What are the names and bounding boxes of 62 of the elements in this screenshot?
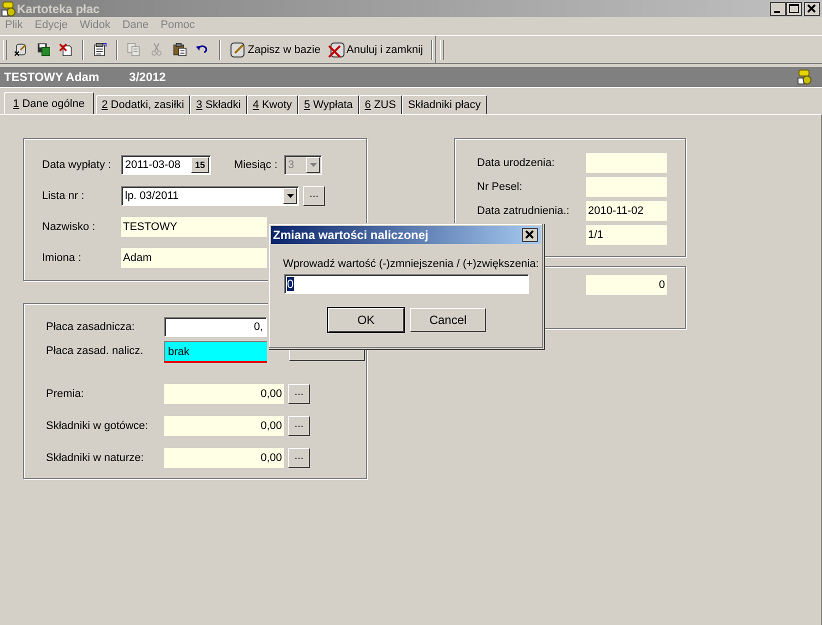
input-field[interactable]: brak	[164, 341, 267, 361]
ellipsis-button[interactable]: ...	[288, 384, 310, 404]
readonly-field[interactable]: Adam	[121, 248, 267, 268]
tab[interactable]: Składniki płacy	[402, 95, 487, 114]
field-label: Data urodzenia:	[477, 157, 556, 169]
field-label: Imiona :	[42, 252, 82, 264]
dialog-button[interactable]: Cancel	[410, 308, 486, 332]
employee-name: TESTOWY Adam	[4, 70, 100, 84]
dropdown-field[interactable]: lp. 03/2011	[121, 186, 299, 206]
prompt-text: Wprowadź wartość (-)zmniejszenia / (+)zwiększenia:	[283, 258, 540, 270]
date-field[interactable]: 2011-03-08 15	[121, 155, 211, 175]
readonly-field[interactable]: 2010-11-02	[586, 201, 667, 221]
toolbar-button[interactable]: Zapisz w bazie	[228, 41, 322, 58]
field-label: Premia:	[46, 388, 85, 400]
input-field[interactable]: 0	[284, 274, 529, 294]
readonly-field[interactable]: 0	[586, 275, 667, 295]
tab[interactable]: 5 Wypłata	[298, 95, 359, 114]
readonly-field[interactable]: 0,00	[164, 448, 284, 468]
readonly-field[interactable]	[586, 153, 667, 173]
field-label: Lista nr :	[42, 190, 86, 202]
field-label: Miesiąc :	[234, 159, 278, 171]
minimize-icon[interactable]	[770, 2, 786, 16]
ellipsis-button[interactable]: ...	[303, 186, 325, 206]
tab[interactable]: 1 Dane ogólne	[4, 92, 94, 114]
close-icon[interactable]	[522, 228, 538, 242]
ellipsis-button[interactable]: ...	[288, 416, 310, 436]
readonly-field[interactable]	[586, 177, 667, 197]
dialog-button[interactable]: OK	[328, 308, 404, 332]
toolbar-button[interactable]: Anuluj i zamknij	[326, 41, 424, 58]
floppy-disk-icon[interactable]	[36, 41, 50, 58]
field-label: Płaca zasad. nalicz.	[46, 345, 144, 357]
ellipsis-button[interactable]: ...	[288, 448, 310, 468]
tab[interactable]: 6 ZUS	[358, 95, 402, 114]
dialog-title: Zmiana wartości naliczonej	[273, 228, 428, 242]
field-label: Data zatrudnienia.:	[477, 205, 570, 217]
delete-page-icon[interactable]	[59, 41, 74, 58]
clipboard-icon[interactable]	[172, 41, 187, 58]
readonly-field[interactable]: 1/1	[586, 225, 667, 245]
app-icon	[0, 0, 16, 16]
tab[interactable]: 3 Składki	[190, 95, 247, 114]
period-label: 3/2012	[129, 70, 166, 84]
dropdown-arrow-icon[interactable]	[286, 194, 294, 198]
readonly-field[interactable]: TESTOWY	[121, 217, 267, 237]
field-label: Składniki w gotówce:	[46, 420, 150, 432]
input-field[interactable]: 0,	[164, 317, 267, 337]
field-label: Data wypłaty :	[42, 159, 112, 171]
notepad-icon	[228, 41, 246, 58]
notepad-icon[interactable]	[14, 41, 28, 58]
readonly-field[interactable]: 0,00	[164, 384, 284, 404]
maximize-icon[interactable]	[786, 2, 802, 16]
tab[interactable]: 4 Kwoty	[246, 95, 298, 114]
tab[interactable]: 2 Dodatki, zasiłki	[96, 95, 190, 114]
readonly-field[interactable]: 0,00	[164, 416, 284, 436]
field-label: Płaca zasadnicza:	[46, 321, 136, 333]
properties-icon[interactable]	[93, 41, 108, 58]
field-label: Nr Pesel:	[477, 181, 524, 193]
cancel-icon	[328, 41, 345, 58]
close-icon[interactable]	[804, 2, 820, 16]
window-title: Kartoteka płac	[17, 2, 100, 16]
calendar-button[interactable]: 15	[191, 157, 209, 173]
field-label: Nazwisko :	[42, 221, 96, 233]
field-label: Składniki w naturze:	[46, 452, 145, 464]
